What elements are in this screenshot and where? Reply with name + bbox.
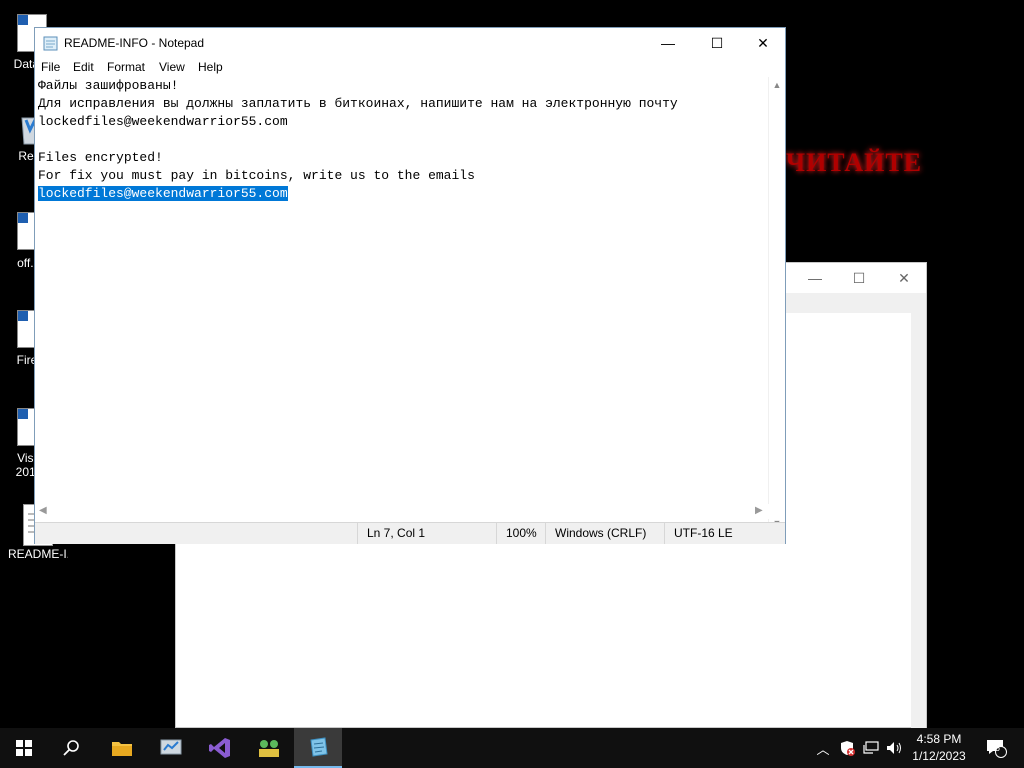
search-button[interactable] [48, 728, 96, 768]
text-line [38, 131, 771, 149]
vertical-scrollbar[interactable]: ▲ ▼ [768, 77, 785, 532]
notepad-icon [43, 35, 59, 51]
menu-bar: File Edit Format View Help [35, 58, 785, 77]
maximize-button[interactable]: ☐ [836, 263, 882, 293]
wallpaper-text: ЧИТАЙТЕ [786, 148, 923, 177]
scroll-right-arrow-icon[interactable]: ▶ [755, 505, 763, 516]
status-bar: Ln 7, Col 1 100% Windows (CRLF) UTF-16 L… [35, 522, 785, 544]
taskbar-notepad[interactable] [294, 728, 342, 768]
menu-help[interactable]: Help [198, 60, 223, 74]
taskbar: ︿ 4:58 PM 1/12/2023 5 [0, 728, 1024, 768]
clock-time: 4:58 PM [916, 732, 962, 746]
network-tray-icon[interactable] [860, 728, 882, 768]
speaker-icon [887, 742, 901, 754]
network-app-icon [259, 740, 279, 757]
start-icon [16, 740, 32, 756]
close-button[interactable]: ✕ [881, 263, 927, 293]
menu-file[interactable]: File [41, 60, 60, 74]
status-position: Ln 7, Col 1 [357, 523, 497, 544]
chevron-up-icon: ︿ [816, 741, 830, 757]
search-icon [63, 740, 79, 756]
text-line: For fix you must pay in bitcoins, write … [38, 168, 475, 183]
close-button[interactable]: ✕ [740, 28, 786, 58]
minimize-button[interactable]: — [792, 263, 838, 293]
text-line: lockedfiles@weekendwarrior55.com [38, 114, 288, 129]
window-title: README-INFO - Notepad [64, 36, 205, 50]
selected-text: lockedfiles@weekendwarrior55.com [38, 186, 288, 201]
menu-edit[interactable]: Edit [73, 60, 94, 74]
start-button[interactable] [0, 728, 48, 768]
file-explorer-icon [112, 742, 132, 756]
shield-warning-icon [841, 741, 855, 756]
status-encoding: UTF-16 LE [664, 523, 784, 544]
menu-format[interactable]: Format [107, 60, 145, 74]
action-center-button[interactable]: 5 [980, 728, 1012, 768]
notepad-window[interactable]: README-INFO - Notepad — ☐ ✕ File Edit Fo… [34, 27, 786, 544]
taskbar-network-app[interactable] [245, 728, 293, 768]
taskbar-clock[interactable]: 4:58 PM 1/12/2023 [904, 731, 974, 765]
visual-studio-icon [209, 738, 230, 758]
text-line: Files encrypted! [38, 150, 163, 165]
text-line: Для исправления вы должны заплатить в би… [38, 96, 678, 111]
text-line: Файлы зашифрованы! [38, 78, 179, 93]
taskbar-visual-studio[interactable] [196, 728, 244, 768]
minimize-button[interactable]: — [645, 28, 691, 58]
taskbar-server-manager[interactable] [147, 728, 195, 768]
taskbar-file-explorer[interactable] [98, 728, 146, 768]
clock-date: 1/12/2023 [912, 749, 966, 763]
show-hidden-icons-button[interactable]: ︿ [813, 728, 833, 768]
horizontal-scrollbar[interactable]: ◀ ▶ [35, 504, 770, 519]
notepad-icon [310, 737, 328, 757]
scroll-left-arrow-icon[interactable]: ◀ [39, 505, 47, 516]
scroll-up-arrow-icon[interactable]: ▲ [772, 80, 782, 90]
text-editor[interactable]: Файлы зашифрованы! Для исправления вы до… [35, 77, 771, 532]
status-zoom: 100% [496, 523, 546, 544]
volume-tray-icon[interactable] [884, 728, 904, 768]
network-icon [863, 741, 879, 754]
notification-count-badge: 5 [995, 743, 1001, 753]
security-tray-icon[interactable] [836, 728, 858, 768]
text-line-selected: lockedfiles@weekendwarrior55.com [38, 185, 771, 203]
menu-view[interactable]: View [159, 60, 185, 74]
vertical-scrollbar[interactable] [911, 313, 926, 728]
status-line-endings: Windows (CRLF) [545, 523, 665, 544]
server-manager-icon [160, 739, 182, 755]
desktop-icon-label: README-I... [8, 547, 68, 561]
maximize-button[interactable]: ☐ [694, 28, 740, 58]
notepad-titlebar[interactable]: README-INFO - Notepad — ☐ ✕ [35, 28, 785, 58]
